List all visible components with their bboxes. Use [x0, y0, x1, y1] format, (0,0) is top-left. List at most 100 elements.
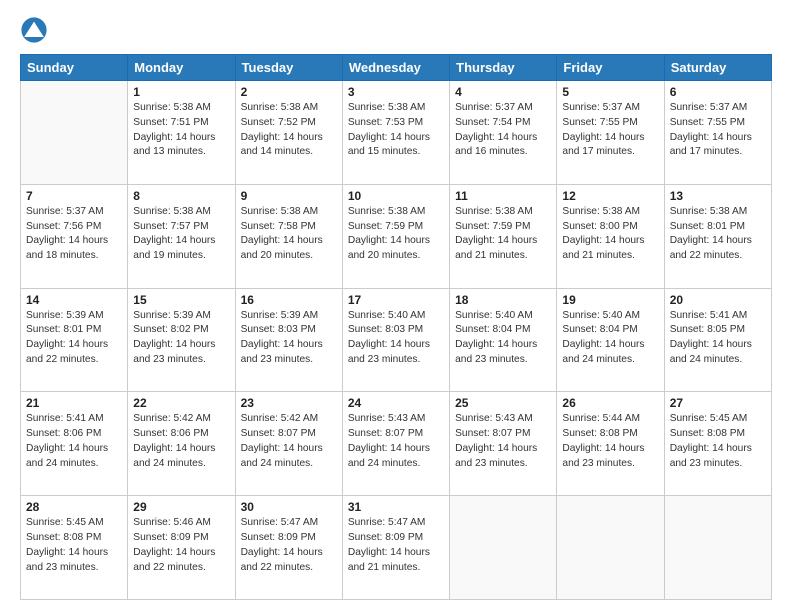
calendar-header-friday: Friday — [557, 55, 664, 81]
calendar-cell: 30 Sunrise: 5:47 AM Sunset: 8:09 PM Dayli… — [235, 496, 342, 600]
calendar-cell: 20 Sunrise: 5:41 AM Sunset: 8:05 PM Dayli… — [664, 288, 771, 392]
calendar-cell — [557, 496, 664, 600]
calendar-week-row: 21Sunrise: 5:41 AM Sunset: 8:06 PM Dayli… — [21, 392, 772, 496]
day-content: Sunrise: 5:40 AM Sunset: 8:04 PM Dayligh… — [455, 309, 551, 368]
calendar-cell: 14 Sunrise: 5:39 AM Sunset: 8:01 PM Dayli… — [21, 288, 128, 392]
day-number: 29 — [133, 500, 229, 514]
calendar-header-wednesday: Wednesday — [342, 55, 449, 81]
calendar-cell: 9 Sunrise: 5:38 AM Sunset: 7:58 PM Daylig… — [235, 184, 342, 288]
day-content: Sunrise: 5:37 AM Sunset: 7:56 PM Dayligh… — [26, 205, 122, 264]
calendar-cell: 15Sunrise: 5:39 AM Sunset: 8:02 PM Dayli… — [128, 288, 235, 392]
day-number: 2 — [241, 85, 337, 99]
day-content: Sunrise: 5:38 AM Sunset: 8:00 PM Dayligh… — [562, 205, 658, 264]
day-number: 10 — [348, 189, 444, 203]
day-content: Sunrise: 5:37 AM Sunset: 7:55 PM Dayligh… — [670, 101, 766, 160]
calendar-header-tuesday: Tuesday — [235, 55, 342, 81]
day-content: Sunrise: 5:42 AM Sunset: 8:06 PM Dayligh… — [133, 412, 229, 471]
day-number: 16 — [241, 293, 337, 307]
day-content: Sunrise: 5:47 AM Sunset: 8:09 PM Dayligh… — [348, 516, 444, 575]
calendar-cell: 4 Sunrise: 5:37 AM Sunset: 7:54 PM Daylig… — [450, 81, 557, 185]
day-content: Sunrise: 5:38 AM Sunset: 7:58 PM Dayligh… — [241, 205, 337, 264]
day-number: 30 — [241, 500, 337, 514]
day-number: 22 — [133, 396, 229, 410]
day-number: 13 — [670, 189, 766, 203]
calendar-cell: 8Sunrise: 5:38 AM Sunset: 7:57 PM Daylig… — [128, 184, 235, 288]
day-content: Sunrise: 5:45 AM Sunset: 8:08 PM Dayligh… — [26, 516, 122, 575]
logo — [20, 16, 52, 44]
calendar-cell: 27 Sunrise: 5:45 AM Sunset: 8:08 PM Dayli… — [664, 392, 771, 496]
day-number: 17 — [348, 293, 444, 307]
calendar-cell: 5 Sunrise: 5:37 AM Sunset: 7:55 PM Daylig… — [557, 81, 664, 185]
day-number: 4 — [455, 85, 551, 99]
calendar-cell: 7 Sunrise: 5:37 AM Sunset: 7:56 PM Daylig… — [21, 184, 128, 288]
calendar-cell: 29 Sunrise: 5:46 AM Sunset: 8:09 PM Dayli… — [128, 496, 235, 600]
day-content: Sunrise: 5:39 AM Sunset: 8:01 PM Dayligh… — [26, 309, 122, 368]
day-content: Sunrise: 5:41 AM Sunset: 8:05 PM Dayligh… — [670, 309, 766, 368]
calendar-cell: 2 Sunrise: 5:38 AM Sunset: 7:52 PM Daylig… — [235, 81, 342, 185]
calendar-cell: 13 Sunrise: 5:38 AM Sunset: 8:01 PM Dayli… — [664, 184, 771, 288]
day-content: Sunrise: 5:40 AM Sunset: 8:03 PM Dayligh… — [348, 309, 444, 368]
calendar-table: SundayMondayTuesdayWednesdayThursdayFrid… — [20, 54, 772, 600]
calendar-cell: 21Sunrise: 5:41 AM Sunset: 8:06 PM Dayli… — [21, 392, 128, 496]
day-number: 5 — [562, 85, 658, 99]
calendar-header-saturday: Saturday — [664, 55, 771, 81]
calendar-week-row: 14 Sunrise: 5:39 AM Sunset: 8:01 PM Dayli… — [21, 288, 772, 392]
calendar-cell: 12Sunrise: 5:38 AM Sunset: 8:00 PM Dayli… — [557, 184, 664, 288]
day-content: Sunrise: 5:38 AM Sunset: 7:53 PM Dayligh… — [348, 101, 444, 160]
day-content: Sunrise: 5:46 AM Sunset: 8:09 PM Dayligh… — [133, 516, 229, 575]
day-number: 31 — [348, 500, 444, 514]
calendar-cell — [664, 496, 771, 600]
day-number: 24 — [348, 396, 444, 410]
logo-icon — [20, 16, 48, 44]
day-number: 25 — [455, 396, 551, 410]
calendar-header-thursday: Thursday — [450, 55, 557, 81]
day-content: Sunrise: 5:38 AM Sunset: 7:51 PM Dayligh… — [133, 101, 229, 160]
calendar-cell: 1 Sunrise: 5:38 AM Sunset: 7:51 PM Daylig… — [128, 81, 235, 185]
day-content: Sunrise: 5:42 AM Sunset: 8:07 PM Dayligh… — [241, 412, 337, 471]
day-number: 28 — [26, 500, 122, 514]
calendar-week-row: 1 Sunrise: 5:38 AM Sunset: 7:51 PM Daylig… — [21, 81, 772, 185]
day-number: 20 — [670, 293, 766, 307]
day-number: 14 — [26, 293, 122, 307]
day-content: Sunrise: 5:39 AM Sunset: 8:03 PM Dayligh… — [241, 309, 337, 368]
calendar-cell: 24Sunrise: 5:43 AM Sunset: 8:07 PM Dayli… — [342, 392, 449, 496]
day-content: Sunrise: 5:38 AM Sunset: 8:01 PM Dayligh… — [670, 205, 766, 264]
day-content: Sunrise: 5:45 AM Sunset: 8:08 PM Dayligh… — [670, 412, 766, 471]
day-content: Sunrise: 5:38 AM Sunset: 7:52 PM Dayligh… — [241, 101, 337, 160]
day-content: Sunrise: 5:38 AM Sunset: 7:59 PM Dayligh… — [348, 205, 444, 264]
day-number: 1 — [133, 85, 229, 99]
day-content: Sunrise: 5:40 AM Sunset: 8:04 PM Dayligh… — [562, 309, 658, 368]
day-content: Sunrise: 5:37 AM Sunset: 7:54 PM Dayligh… — [455, 101, 551, 160]
calendar-cell: 31 Sunrise: 5:47 AM Sunset: 8:09 PM Dayli… — [342, 496, 449, 600]
day-number: 9 — [241, 189, 337, 203]
calendar-cell: 16 Sunrise: 5:39 AM Sunset: 8:03 PM Dayli… — [235, 288, 342, 392]
calendar-header-row: SundayMondayTuesdayWednesdayThursdayFrid… — [21, 55, 772, 81]
day-content: Sunrise: 5:38 AM Sunset: 7:57 PM Dayligh… — [133, 205, 229, 264]
day-number: 11 — [455, 189, 551, 203]
day-content: Sunrise: 5:43 AM Sunset: 8:07 PM Dayligh… — [455, 412, 551, 471]
day-number: 23 — [241, 396, 337, 410]
day-content: Sunrise: 5:47 AM Sunset: 8:09 PM Dayligh… — [241, 516, 337, 575]
calendar-cell: 10 Sunrise: 5:38 AM Sunset: 7:59 PM Dayli… — [342, 184, 449, 288]
calendar-cell: 11 Sunrise: 5:38 AM Sunset: 7:59 PM Dayli… — [450, 184, 557, 288]
day-number: 7 — [26, 189, 122, 203]
calendar-cell: 25 Sunrise: 5:43 AM Sunset: 8:07 PM Dayli… — [450, 392, 557, 496]
day-content: Sunrise: 5:44 AM Sunset: 8:08 PM Dayligh… — [562, 412, 658, 471]
day-number: 27 — [670, 396, 766, 410]
header — [20, 16, 772, 44]
day-content: Sunrise: 5:39 AM Sunset: 8:02 PM Dayligh… — [133, 309, 229, 368]
day-number: 18 — [455, 293, 551, 307]
calendar-week-row: 28 Sunrise: 5:45 AM Sunset: 8:08 PM Dayli… — [21, 496, 772, 600]
day-number: 6 — [670, 85, 766, 99]
page: SundayMondayTuesdayWednesdayThursdayFrid… — [0, 0, 792, 612]
calendar-cell — [450, 496, 557, 600]
calendar-cell: 3Sunrise: 5:38 AM Sunset: 7:53 PM Daylig… — [342, 81, 449, 185]
day-content: Sunrise: 5:38 AM Sunset: 7:59 PM Dayligh… — [455, 205, 551, 264]
calendar-cell: 28 Sunrise: 5:45 AM Sunset: 8:08 PM Dayli… — [21, 496, 128, 600]
day-content: Sunrise: 5:41 AM Sunset: 8:06 PM Dayligh… — [26, 412, 122, 471]
calendar-cell: 19Sunrise: 5:40 AM Sunset: 8:04 PM Dayli… — [557, 288, 664, 392]
day-content: Sunrise: 5:37 AM Sunset: 7:55 PM Dayligh… — [562, 101, 658, 160]
calendar-cell: 17 Sunrise: 5:40 AM Sunset: 8:03 PM Dayli… — [342, 288, 449, 392]
day-number: 26 — [562, 396, 658, 410]
calendar-cell: 6 Sunrise: 5:37 AM Sunset: 7:55 PM Daylig… — [664, 81, 771, 185]
